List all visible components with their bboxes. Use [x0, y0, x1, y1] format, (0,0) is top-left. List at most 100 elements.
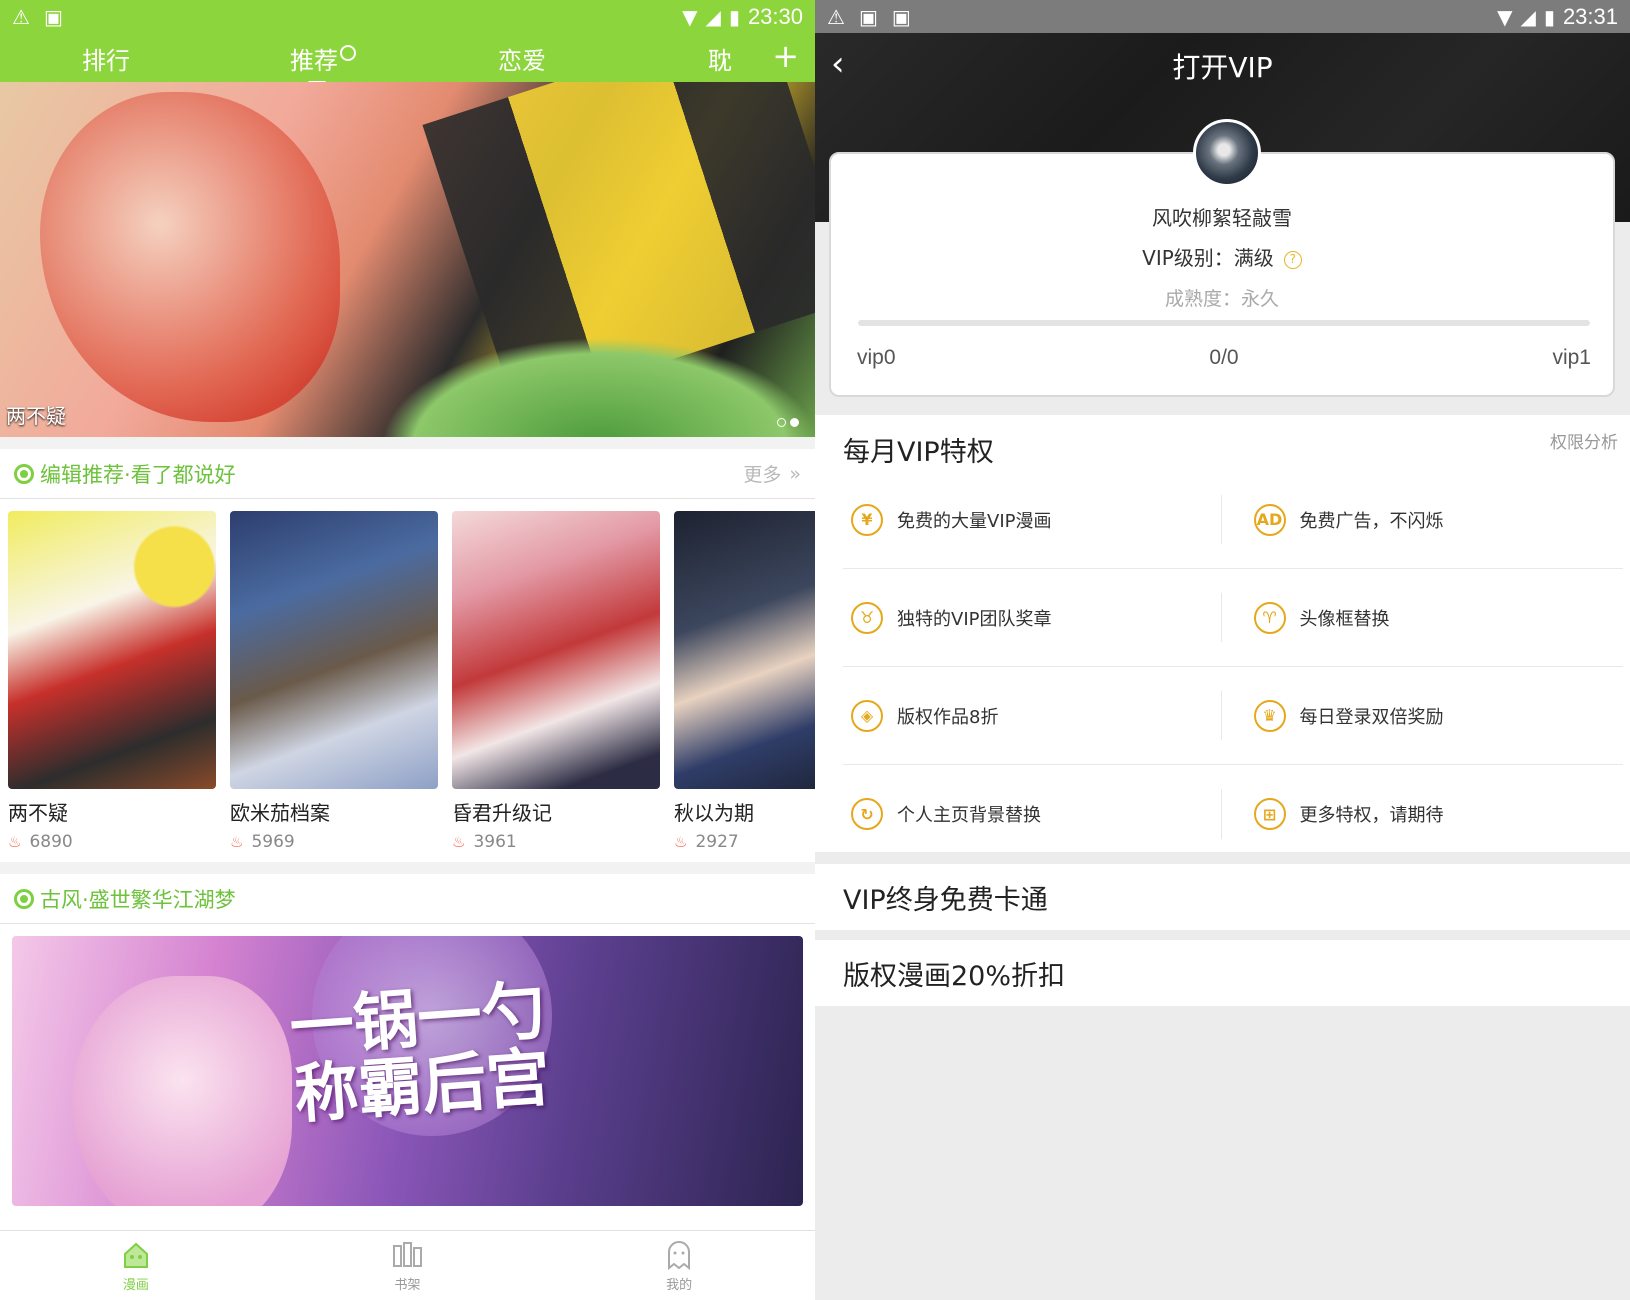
comic-title: 昏君升级记 — [452, 801, 552, 825]
tab-bl[interactable]: 耽 — [708, 41, 732, 76]
comic-popularity: ♨ 3961 — [452, 832, 660, 852]
bottom-tab-shelf[interactable]: 书架 — [272, 1231, 544, 1300]
privileges-analysis-link[interactable]: 权限分析 — [1550, 428, 1618, 453]
editor-picks-section: 编辑推荐·看了都说好 更多 » 两不疑 ♨ 6890 欧米茄档案 ♨ 5969 昏君升… — [0, 449, 815, 862]
tab-romance[interactable]: 恋爱 — [498, 41, 546, 76]
privilege-item[interactable]: ¥ 免费的大量VIP漫画 — [843, 471, 1221, 568]
comic-popularity: ♨ 5969 — [230, 832, 438, 852]
help-icon[interactable]: ? — [1283, 251, 1302, 269]
comic-card[interactable]: 秋以为期 ♨ 2927 — [674, 511, 815, 852]
bottom-tab-profile[interactable]: 我的 — [543, 1231, 815, 1300]
bottom-tab-label: 书架 — [394, 1278, 421, 1293]
top-bar: ⚠ ▣ ▼ ◢ ▮ 23:30 排行 推荐 恋爱 耽 + — [0, 0, 815, 84]
image-icon: ▣ — [858, 4, 878, 29]
signal-icon: ◢ — [705, 4, 721, 29]
comic-cover — [8, 511, 216, 789]
comic-popularity: ♨ 6890 — [8, 832, 216, 852]
privilege-label: 免费的大量VIP漫画 — [897, 510, 1052, 532]
warning-icon: ⚠ — [827, 4, 845, 29]
privilege-row: ↻ 个人主页背景替换 ⊞ 更多特权，请期待 — [843, 765, 1623, 863]
comic-title: 秋以为期 — [674, 801, 754, 825]
bottom-tab-label: 漫画 — [122, 1278, 149, 1293]
medal-icon: ♉ — [851, 601, 883, 634]
progress-labels: vip0 0/0 vip1 — [857, 346, 1591, 370]
popularity-count: 2927 — [695, 832, 739, 852]
privileges-title: 每月VIP特权 — [843, 437, 994, 468]
hero-banner[interactable]: 两不疑 — [0, 82, 815, 437]
privilege-label: 每日登录双倍奖励 — [1299, 706, 1444, 728]
wifi-icon: ▼ — [1497, 4, 1513, 29]
section-circle-icon — [14, 463, 34, 484]
tab-recommend[interactable]: 推荐 — [290, 41, 356, 84]
tab-ranking[interactable]: 排行 — [82, 41, 130, 76]
frame-icon: ♈ — [1253, 601, 1286, 634]
home-ghost-icon — [123, 1242, 148, 1268]
progress-label-start: vip0 — [857, 346, 896, 369]
privilege-item[interactable]: ♉ 独特的VIP团队奖章 — [843, 569, 1221, 666]
comic-cover — [230, 511, 438, 789]
progress-label-end: vip1 — [1552, 346, 1591, 369]
privilege-row: ♉ 独特的VIP团队奖章 ♈ 头像框替换 — [843, 569, 1623, 667]
privilege-item[interactable]: ↻ 个人主页背景替换 — [843, 765, 1221, 863]
copyright-discount-row[interactable]: 版权漫画20%折扣 — [815, 940, 1630, 1006]
flame-icon: ♨ — [8, 833, 22, 851]
page-title: 打开VIP — [1172, 51, 1273, 84]
comic-popularity: ♨ 2927 — [674, 832, 815, 852]
vip-user-card: 风吹柳絮轻敲雪 VIP级别：满级? 成熟度：永久 vip0 0/0 vip1 — [829, 119, 1615, 397]
privilege-row: ¥ 免费的大量VIP漫画 AD 免费广告，不闪烁 — [843, 471, 1623, 569]
comic-card[interactable]: 两不疑 ♨ 6890 — [8, 511, 216, 852]
section-circle-icon — [14, 888, 34, 909]
flame-icon: ♨ — [230, 833, 244, 851]
comic-title: 两不疑 — [8, 801, 68, 825]
privilege-label: 独特的VIP团队奖章 — [897, 608, 1052, 630]
comic-card[interactable]: 欧米茄档案 ♨ 5969 — [230, 511, 438, 852]
section-title: 编辑推荐·看了都说好 — [40, 462, 236, 487]
status-time: 23:30 — [747, 3, 803, 29]
bookshelf-icon — [392, 1242, 422, 1267]
privilege-label: 更多特权，请期待 — [1299, 805, 1444, 826]
signal-icon: ◢ — [1520, 4, 1536, 29]
banner-pager — [777, 418, 799, 427]
section-header: 古风·盛世繁华江湖梦 — [0, 874, 815, 924]
status-bar: ⚠ ▣ ▼ ◢ ▮ 23:30 — [0, 0, 815, 33]
battery-icon: ▮ — [728, 4, 740, 29]
comic-cover — [452, 511, 660, 789]
privileges-grid: ¥ 免费的大量VIP漫画 AD 免费广告，不闪烁 ♉ 独特的VIP团队奖章 ♈ 头像框替换 ◈ 版… — [843, 471, 1623, 863]
vip-screen: ⚠ ▣ ▣ ▼ ◢ ▮ 23:31 ‹ 打开VIP 风吹柳絮轻敲雪 VIP级别：… — [815, 0, 1630, 1300]
more-link[interactable]: 更多 » — [743, 460, 801, 487]
banner-art-figure — [40, 92, 340, 422]
comic-card[interactable]: 昏君升级记 ♨ 3961 — [452, 511, 660, 852]
bottom-tab-comics[interactable]: 漫画 — [0, 1231, 272, 1300]
comic-title: 欧米茄档案 — [230, 801, 330, 825]
flame-icon: ♨ — [452, 833, 466, 851]
popularity-count: 5969 — [251, 832, 295, 852]
add-tab-icon[interactable]: + — [772, 37, 799, 75]
privilege-item[interactable]: AD 免费广告，不闪烁 — [1220, 495, 1624, 544]
privilege-item[interactable]: ♛ 每日登录双倍奖励 — [1220, 691, 1624, 740]
vip-level: VIP级别：满级? — [831, 242, 1613, 271]
progress-label-value: 0/0 — [1209, 346, 1239, 369]
comic-home-screen: ⚠ ▣ ▼ ◢ ▮ 23:30 排行 推荐 恋爱 耽 + 两不疑 编辑推荐·看了… — [0, 0, 815, 1300]
banner-title-line2: 称霸后宫 — [292, 1040, 553, 1133]
ancient-style-section: 古风·盛世繁华江湖梦 一锅一勺 称霸后宫 — [0, 874, 815, 1274]
featured-comic-banner[interactable]: 一锅一勺 称霸后宫 — [12, 936, 803, 1206]
lifetime-free-row[interactable]: VIP终身免费卡通 — [815, 864, 1630, 930]
banner-art-character — [72, 976, 292, 1206]
notification-icon: ▣ — [43, 4, 63, 29]
yen-icon: ¥ — [851, 503, 883, 536]
avatar[interactable] — [1193, 119, 1261, 187]
banner-art-grass — [380, 337, 815, 437]
privilege-item[interactable]: ♈ 头像框替换 — [1220, 593, 1624, 642]
pager-dot-active — [790, 418, 799, 427]
chevron-right-icon: » — [789, 462, 801, 485]
bottom-tab-label: 我的 — [666, 1278, 693, 1293]
banner-caption: 两不疑 — [6, 404, 66, 428]
more-label: 更多 — [743, 464, 782, 486]
privilege-label: 个人主页背景替换 — [897, 805, 1041, 826]
ad-icon: AD — [1253, 503, 1286, 536]
monthly-privileges: 每月VIP特权 权限分析 ¥ 免费的大量VIP漫画 AD 免费广告，不闪烁 ♉ 独特的VI… — [815, 415, 1630, 852]
maturity: 成熟度：永久 — [1164, 288, 1279, 310]
privilege-item[interactable]: ⊞ 更多特权，请期待 — [1220, 789, 1624, 839]
privilege-item[interactable]: ◈ 版权作品8折 — [843, 667, 1221, 764]
warning-icon: ⚠ — [12, 4, 30, 29]
